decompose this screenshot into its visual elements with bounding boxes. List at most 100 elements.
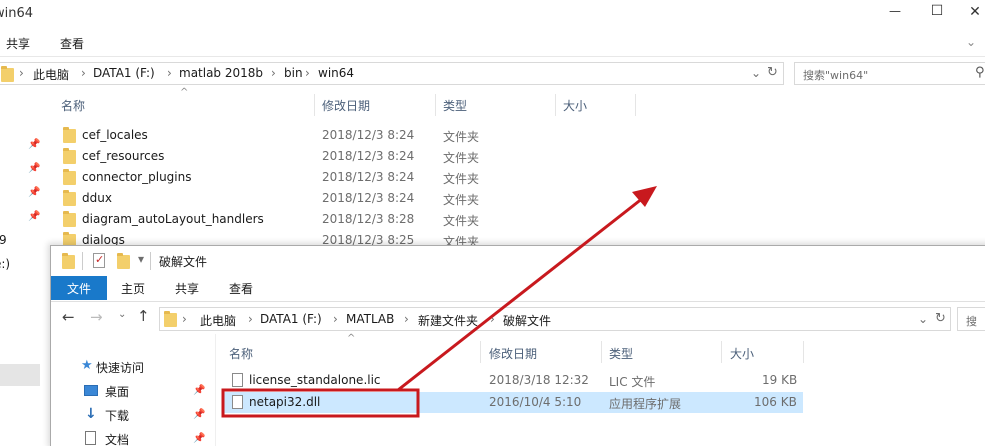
refresh-icon[interactable]: ↻ [767, 65, 778, 80]
column-header-date[interactable]: 修改日期 [489, 345, 537, 362]
file-name: cef_locales [82, 128, 148, 142]
breadcrumb-separator: › [248, 312, 253, 326]
column-divider [314, 94, 315, 116]
breadcrumb-item[interactable]: DATA1 (F:) [93, 66, 155, 80]
column-header-size[interactable]: 大小 [563, 97, 587, 114]
up-arrow-icon[interactable]: ↑ [137, 307, 150, 325]
address-bar[interactable]: › 此电脑 › DATA1 (F:) › matlab 2018b › bin … [0, 62, 784, 85]
folder-icon [1, 66, 14, 82]
search-placeholder: 搜 [966, 315, 977, 328]
file-date: 2018/12/3 8:24 [322, 128, 415, 142]
breadcrumb-separator: › [81, 66, 86, 80]
column-header-type[interactable]: 类型 [443, 97, 467, 114]
breadcrumb-separator: › [271, 66, 276, 80]
file-name: netapi32.dll [249, 395, 321, 409]
file-type: 文件夹 [443, 193, 480, 207]
column-header-type[interactable]: 类型 [609, 345, 633, 362]
folder-icon [63, 211, 76, 227]
star-icon: ★ [81, 358, 93, 373]
window-title: 破解文件 [159, 255, 208, 269]
column-header-name[interactable]: 名称 [61, 97, 85, 114]
address-bar[interactable]: › 此电脑 › DATA1 (F:) › MATLAB › 新建文件夹 › 破解… [159, 307, 951, 331]
folder-icon [63, 148, 76, 164]
file-date: 2018/3/18 12:32 [489, 373, 589, 387]
file-date: 2018/12/3 8:24 [322, 170, 415, 184]
breadcrumb-item[interactable]: DATA1 (F:) [260, 312, 322, 326]
chevron-down-icon[interactable]: ⌄ [918, 312, 928, 326]
chevron-down-icon[interactable]: ⌄ [751, 66, 761, 80]
separator [82, 252, 83, 270]
search-icon[interactable]: ⚲ [975, 65, 985, 80]
search-box[interactable]: 搜 [957, 307, 985, 331]
file-type: 文件夹 [443, 130, 480, 144]
nav-fragment: 9 [0, 233, 7, 247]
column-header-name[interactable]: 名称 [229, 345, 253, 362]
breadcrumb-separator: › [333, 312, 338, 326]
file-icon [232, 373, 243, 387]
properties-icon[interactable]: ✓ [93, 253, 105, 268]
file-date: 2018/12/3 8:24 [322, 149, 415, 163]
folder-icon [164, 311, 177, 327]
nav-label: 文档 [105, 433, 130, 446]
breadcrumb-item[interactable]: 此电脑 [33, 66, 69, 83]
close-button[interactable]: ✕ [960, 4, 985, 20]
breadcrumb-separator: › [404, 312, 409, 326]
nav-selected-item[interactable] [0, 364, 40, 386]
file-name: cef_resources [82, 149, 165, 163]
tab-file-label: 文件 [67, 282, 92, 296]
pin-icon: 📌 [28, 211, 41, 222]
breadcrumb-item[interactable]: bin [284, 66, 303, 80]
file-date: 2016/10/4 5:10 [489, 395, 582, 409]
breadcrumb-separator: › [167, 66, 172, 80]
folder-icon [63, 169, 76, 185]
ribbon-expand-icon[interactable]: ⌄ [966, 35, 976, 49]
separator [150, 252, 151, 270]
tab-share[interactable]: 共享 [175, 280, 199, 297]
ribbon-divider [51, 301, 985, 302]
pin-icon: 📌 [193, 409, 206, 420]
tab-share[interactable]: 共享 [6, 35, 30, 52]
breadcrumb-item[interactable]: 新建文件夹 [418, 312, 478, 329]
column-divider [635, 94, 636, 116]
new-folder-icon[interactable] [117, 253, 130, 269]
forward-arrow-icon[interactable]: → [90, 308, 103, 326]
download-icon: ↓ [85, 406, 97, 422]
breadcrumb-item[interactable]: 此电脑 [200, 312, 236, 329]
qat-dropdown-icon[interactable]: ▾ [138, 252, 144, 266]
tab-home[interactable]: 主页 [121, 280, 145, 297]
back-arrow-icon[interactable]: ← [62, 308, 75, 326]
file-type: 应用程序扩展 [609, 397, 682, 411]
file-name: license_standalone.lic [249, 373, 381, 387]
maximize-button[interactable]: ☐ [922, 3, 952, 19]
front-explorer-window: ✓ ▾ 破解文件 文件 主页 共享 查看 ← → ⌄ ↑ › 此电脑 › DAT… [50, 245, 985, 446]
breadcrumb-separator: › [305, 66, 310, 80]
tab-view[interactable]: 查看 [60, 35, 84, 52]
folder-icon [62, 253, 75, 269]
breadcrumb-separator: › [490, 312, 495, 326]
folder-icon [63, 190, 76, 206]
nav-label: 下载 [105, 409, 130, 423]
tab-view[interactable]: 查看 [229, 280, 253, 297]
pane-divider [215, 334, 216, 446]
breadcrumb-item[interactable]: 破解文件 [503, 312, 551, 329]
breadcrumb-item[interactable]: matlab 2018b [179, 66, 263, 80]
dll-file-icon [232, 395, 243, 409]
file-name: ddux [82, 191, 112, 205]
search-box[interactable]: 搜索"win64" ⚲ [794, 62, 985, 85]
recent-dropdown-icon[interactable]: ⌄ [118, 309, 126, 320]
table-row-selected[interactable]: netapi32.dll 2016/10/4 5:10 应用程序扩展 106 K… [223, 392, 803, 413]
refresh-icon[interactable]: ↻ [935, 311, 946, 326]
breadcrumb-item[interactable]: win64 [318, 66, 354, 80]
pin-icon: 📌 [28, 139, 41, 150]
file-date: 2018/12/3 8:24 [322, 191, 415, 205]
folder-icon [63, 127, 76, 143]
breadcrumb-item[interactable]: MATLAB [346, 312, 394, 326]
column-header-date[interactable]: 修改日期 [322, 97, 370, 114]
sort-arrow-icon: ^ [180, 87, 189, 98]
minimize-button[interactable]: — [880, 4, 910, 18]
file-type: LIC 文件 [609, 375, 656, 389]
column-divider [555, 94, 556, 116]
window-title: win64 [0, 6, 34, 21]
column-header-size[interactable]: 大小 [730, 345, 754, 362]
breadcrumb-separator: › [182, 312, 187, 326]
